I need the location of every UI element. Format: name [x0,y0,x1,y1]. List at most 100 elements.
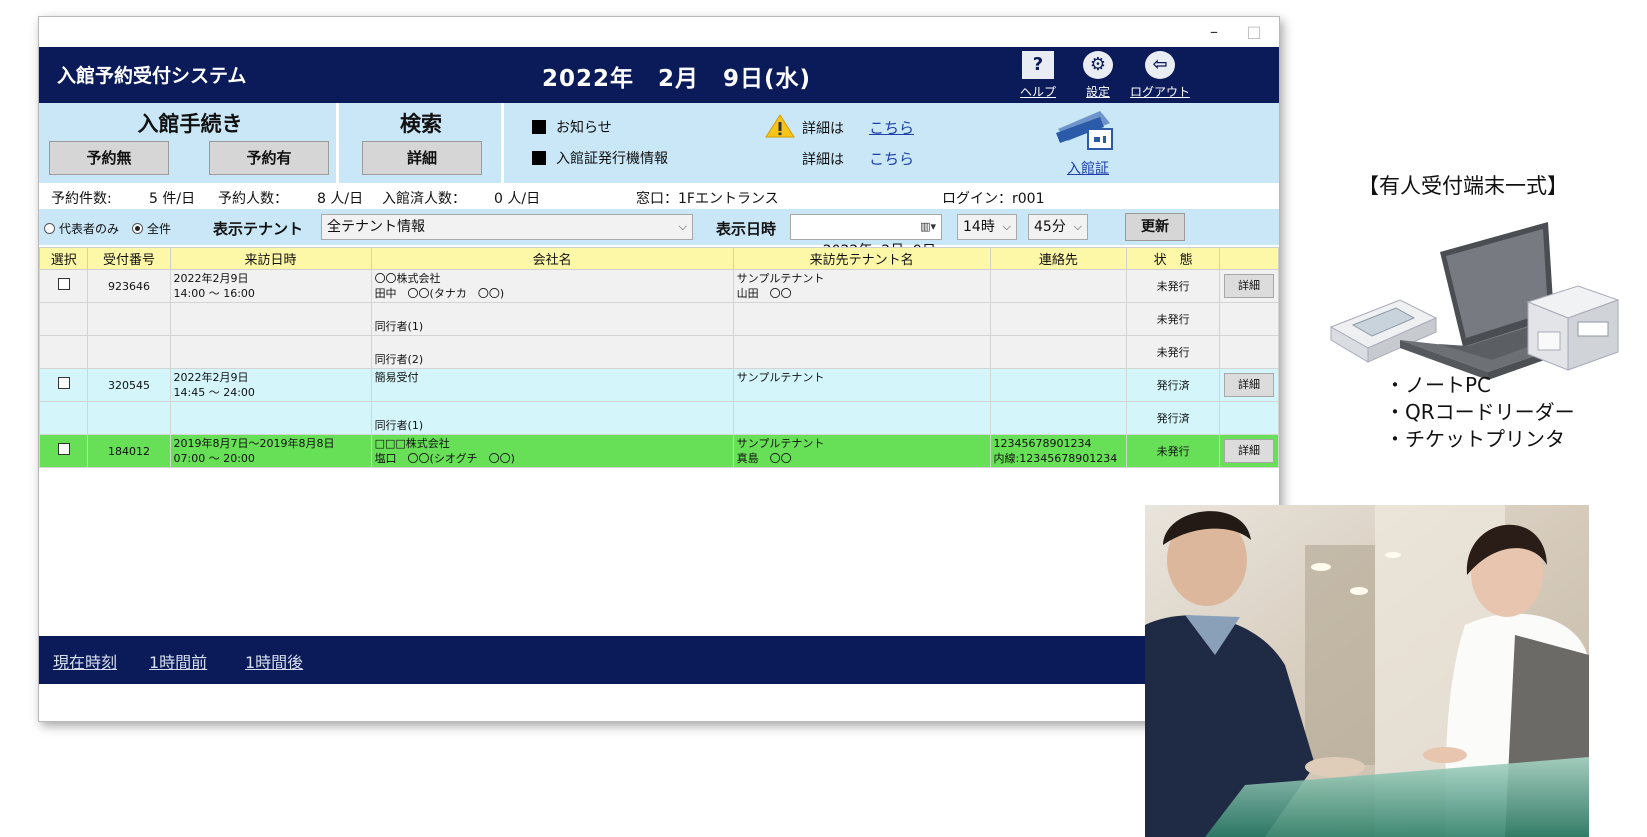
visit-datetime-line: 2022年2月9日 [173,371,249,384]
company-name-line [375,304,730,319]
display-date-label: 表示日時 [716,220,777,238]
app-footer: 現在時刻 1時間前 1時間後 [39,636,1279,684]
no-reservation-button[interactable]: 予約無 [49,141,169,175]
company-name-line: □□□株式会社 [374,437,450,450]
visit-datetime-line: 2019年8月7日～2019年8月8日 [173,437,335,450]
tenant-name-line [737,319,987,334]
table-row[interactable]: 同行者(1) 発行済 [39,401,1279,435]
row-detail-button[interactable]: 詳細 [1223,274,1274,298]
square-bullet-icon [532,120,546,134]
maximize-button[interactable]: □ [1237,21,1271,43]
help-button[interactable]: ? ヘルプ [1008,51,1068,101]
equipment-list: ・ノートPC ・QRコードリーダー ・チケットプリンタ [1385,372,1575,453]
entered-label: 入館済人数： [382,191,466,207]
row-checkbox[interactable] [57,377,70,389]
company-name: 同行者(1) [370,401,734,435]
table-header-row: 選択 受付番号 来訪日時 会社名 来訪先テナント名 連絡先 状 態 [39,247,1279,270]
minute-select[interactable]: 45分 ⌵ [1028,214,1088,240]
company-name-line: 塩口 〇〇(シオグチ 〇〇) [374,452,515,465]
issuer-detail-link[interactable]: こちら [869,148,914,169]
visit-datetime-line: 2022年2月9日 [173,272,249,285]
question-icon: ? [1022,51,1054,79]
hour-select[interactable]: 14時 ⌵ [957,214,1017,240]
status-cell: 未発行 [1126,434,1220,468]
issuer-info-item: 入館証発行機情報 [532,148,668,168]
select-cell [39,401,89,435]
notice-item: お知らせ [532,117,612,137]
stats-bar: 予約件数: 5 件/日 予約人数： 8 人/日 入館済人数： 0 人/日 窓口：… [39,183,1279,209]
tenant-select[interactable]: 全テナント情報 ⌵ [321,214,693,240]
select-cell [39,434,89,468]
table-row[interactable]: 923646 2022年2月9日 14:00 ～ 16:00 〇〇株式会社 田中 〇〇(… [39,269,1279,303]
equipment-item: ・チケットプリンタ [1385,427,1565,451]
column-header: 会社名 [370,247,734,270]
visit-datetime: 2019年8月7日～2019年8月8日 07:00 ～ 20:00 [169,434,372,468]
tenant-name [732,335,991,369]
ticket-printer-icon [1526,285,1620,371]
close-button[interactable]: × [1277,21,1279,43]
contact-info-line [994,337,1124,352]
radio-label: 全件 [147,222,172,236]
select-cell [39,269,89,303]
refresh-button[interactable]: 更新 [1125,213,1185,241]
date-picker[interactable]: 2022年 2月 9日▥▾ [790,214,942,259]
logout-button[interactable]: ⇦ ログアウト [1130,51,1190,101]
tenant-name-line: サンプルテナント [736,437,825,450]
header-date: 2022年 2月 9日(水) [542,66,812,92]
logout-icon: ⇦ [1145,51,1175,79]
row-detail-button[interactable]: 詳細 [1223,439,1274,463]
radio-representative[interactable]: 代表者のみ [44,220,119,237]
visit-datetime: 2022年2月9日 14:45 ～ 24:00 [169,368,372,402]
notice-detail-prefix: 詳細は [802,121,844,137]
tenant-name-line: 真島 〇〇 [736,452,792,465]
row-detail-button[interactable]: 詳細 [1223,373,1274,397]
column-header: 連絡先 [989,247,1128,270]
status-cell: 発行済 [1126,401,1220,435]
chevron-down-icon: ⌵ [678,220,687,233]
tenant-name-line [737,403,987,418]
app-title: 入館予約受付システム [57,65,247,87]
column-header: 状 態 [1126,247,1220,270]
entry-pass-icon[interactable] [1054,107,1114,153]
visit-datetime-line: 14:00 ～ 16:00 [173,287,255,300]
company-name: 簡易受付 [370,368,734,402]
visit-datetime [169,302,372,336]
calendar-icon[interactable]: ▥▾ [920,215,936,239]
select-cell [39,335,89,369]
reservation-table: 選択 受付番号 来訪日時 会社名 来訪先テナント名 連絡先 状 態 923646… [39,247,1279,468]
table-row[interactable]: 同行者(2) 未発行 [39,335,1279,369]
notice-detail-link[interactable]: こちら [869,117,914,138]
contact-info-line [994,385,1124,400]
reception-number [87,401,171,435]
hour-value: 14時 [963,219,995,235]
previous-hour-link[interactable]: 1時間前 [149,649,207,673]
contact-info-line [994,319,1124,334]
entry-pass-link[interactable]: 入館証 [1067,158,1109,178]
visit-datetime-line [174,319,368,334]
equipment-item: ・ノートPC [1385,373,1492,397]
minimize-button[interactable]: – [1197,21,1231,43]
table-row[interactable]: 184012 2019年8月7日～2019年8月8日 07:00 ～ 20:00 □□… [39,434,1279,468]
entered-value: 0 人/日 [494,191,541,207]
row-checkbox[interactable] [57,443,70,455]
with-reservation-button[interactable]: 予約有 [209,141,329,175]
table-row[interactable]: 320545 2022年2月9日 14:45 ～ 24:00 簡易受付 サンプルテナント… [39,368,1279,402]
visit-datetime [169,401,372,435]
hardware-illustration [1329,222,1620,380]
search-detail-button[interactable]: 詳細 [362,141,482,175]
panel-divider [336,103,339,183]
tenant-name-line [737,385,987,400]
row-checkbox[interactable] [57,278,70,290]
radio-all[interactable]: 全件 [132,220,171,237]
next-hour-link[interactable]: 1時間後 [245,649,303,673]
settings-button[interactable]: ⚙ 設定 [1068,51,1128,101]
contact-info [989,368,1128,402]
current-time-link[interactable]: 現在時刻 [53,649,117,673]
table-row[interactable]: 同行者(1) 未発行 [39,302,1279,336]
contact-info-line [994,271,1124,286]
logout-label: ログアウト [1130,85,1191,99]
company-name-line: 〇〇株式会社 [374,272,441,285]
people-value: 8 人/日 [317,191,364,207]
settings-label: 設定 [1085,85,1110,99]
promo-title: 【有人受付端末一式】 [1358,174,1568,198]
